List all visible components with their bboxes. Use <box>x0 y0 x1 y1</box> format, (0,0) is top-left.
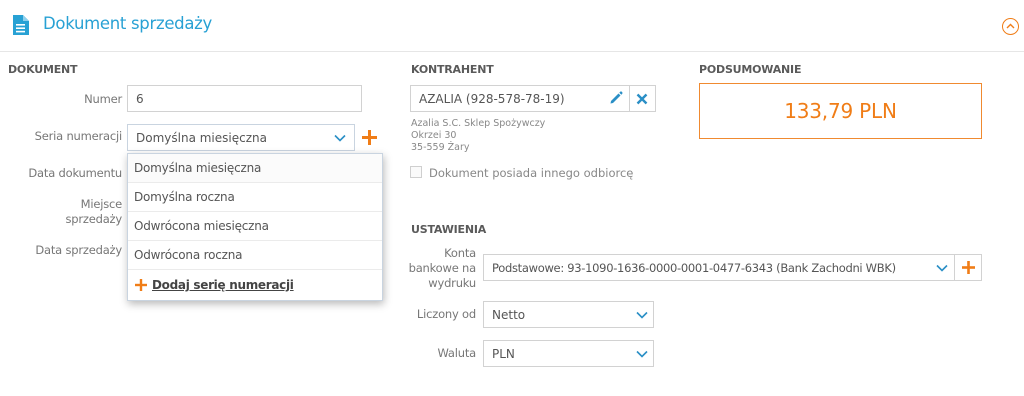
data-sprzedazy-label: Data sprzedaży <box>35 243 122 257</box>
kontrahent-details: Azalia S.C. Sklep Spożywczy Okrzei 30 35… <box>411 118 545 154</box>
konta-label: Konta bankowe na wydruku <box>395 246 477 291</box>
add-seria-option[interactable]: Dodaj serię numeracji <box>128 271 382 300</box>
seria-label: Seria numeracji <box>34 129 123 143</box>
konta-label-line3: wydruku <box>428 276 476 290</box>
add-konto-button[interactable] <box>954 254 982 281</box>
seria-selected-value: Domyślna miesięczna <box>136 131 267 145</box>
miejsce-label: Miejsce sprzedaży <box>20 197 122 227</box>
data-dokumentu-label: Data dokumentu <box>28 166 122 180</box>
liczony-select[interactable]: Netto <box>483 301 654 328</box>
waluta-select[interactable]: PLN <box>483 340 654 367</box>
other-recipient-checkbox[interactable] <box>410 166 422 178</box>
chevron-up-circle-icon[interactable] <box>1002 18 1019 35</box>
document-icon <box>13 15 29 35</box>
close-icon <box>636 93 648 105</box>
chevron-down-icon[interactable] <box>636 350 648 358</box>
waluta-label: Waluta <box>437 346 476 360</box>
kontrahent-name: Azalia S.C. Sklep Spożywczy <box>411 118 546 129</box>
remove-kontrahent-button[interactable] <box>629 85 656 112</box>
liczony-label: Liczony od <box>416 307 476 321</box>
chevron-down-icon[interactable] <box>334 134 346 142</box>
total-amount: 133,79 PLN <box>699 83 982 139</box>
waluta-value: PLN <box>492 347 515 361</box>
plus-icon <box>135 279 147 291</box>
seria-select[interactable]: Domyślna miesięczna <box>127 124 355 151</box>
kontrahent-section-label: KONTRAHENT <box>411 63 494 76</box>
chevron-down-icon[interactable] <box>936 264 948 272</box>
add-seria-plus-icon[interactable] <box>362 130 377 145</box>
kontrahent-street: Okrzei 30 <box>411 130 457 141</box>
section-header: Dokument sprzedaży <box>0 0 1024 52</box>
ustawienia-section-label: USTAWIENIA <box>411 223 487 236</box>
dropdown-option[interactable]: Domyślna roczna <box>128 183 382 212</box>
chevron-down-icon[interactable] <box>636 311 648 319</box>
kontrahent-city: 35-559 Żary <box>411 142 470 153</box>
dropdown-option[interactable]: Odwrócona miesięczna <box>128 212 382 241</box>
page-title: Dokument sprzedaży <box>43 14 212 33</box>
dokument-section-label: DOKUMENT <box>8 63 78 76</box>
kontrahent-field[interactable]: AZALIA (928-578-78-19) <box>410 85 630 112</box>
numer-label: Numer <box>84 92 122 106</box>
dropdown-option[interactable]: Odwrócona roczna <box>128 241 382 270</box>
liczony-value: Netto <box>492 308 526 322</box>
seria-dropdown-menu: Domyślna miesięczna Domyślna roczna Odwr… <box>127 153 383 301</box>
add-seria-link[interactable]: Dodaj serię numeracji <box>152 278 294 292</box>
konta-label-line2: bankowe na <box>408 261 477 275</box>
pencil-icon[interactable] <box>609 91 623 105</box>
konta-label-line1: Konta <box>444 246 476 260</box>
plus-icon <box>962 261 975 274</box>
miejsce-label-line1: Miejsce <box>80 197 123 211</box>
other-recipient-label[interactable]: Dokument posiada innego odbiorcę <box>429 166 633 180</box>
miejsce-label-line2: sprzedaży <box>65 212 122 226</box>
numer-input[interactable]: 6 <box>127 85 362 112</box>
konta-bankowe-value: Podstawowe: 93-1090-1636-0000-0001-0477-… <box>492 261 896 275</box>
podsumowanie-section-label: PODSUMOWANIE <box>699 63 802 76</box>
dropdown-option[interactable]: Domyślna miesięczna <box>128 154 382 183</box>
konta-bankowe-select[interactable]: Podstawowe: 93-1090-1636-0000-0001-0477-… <box>483 254 955 281</box>
